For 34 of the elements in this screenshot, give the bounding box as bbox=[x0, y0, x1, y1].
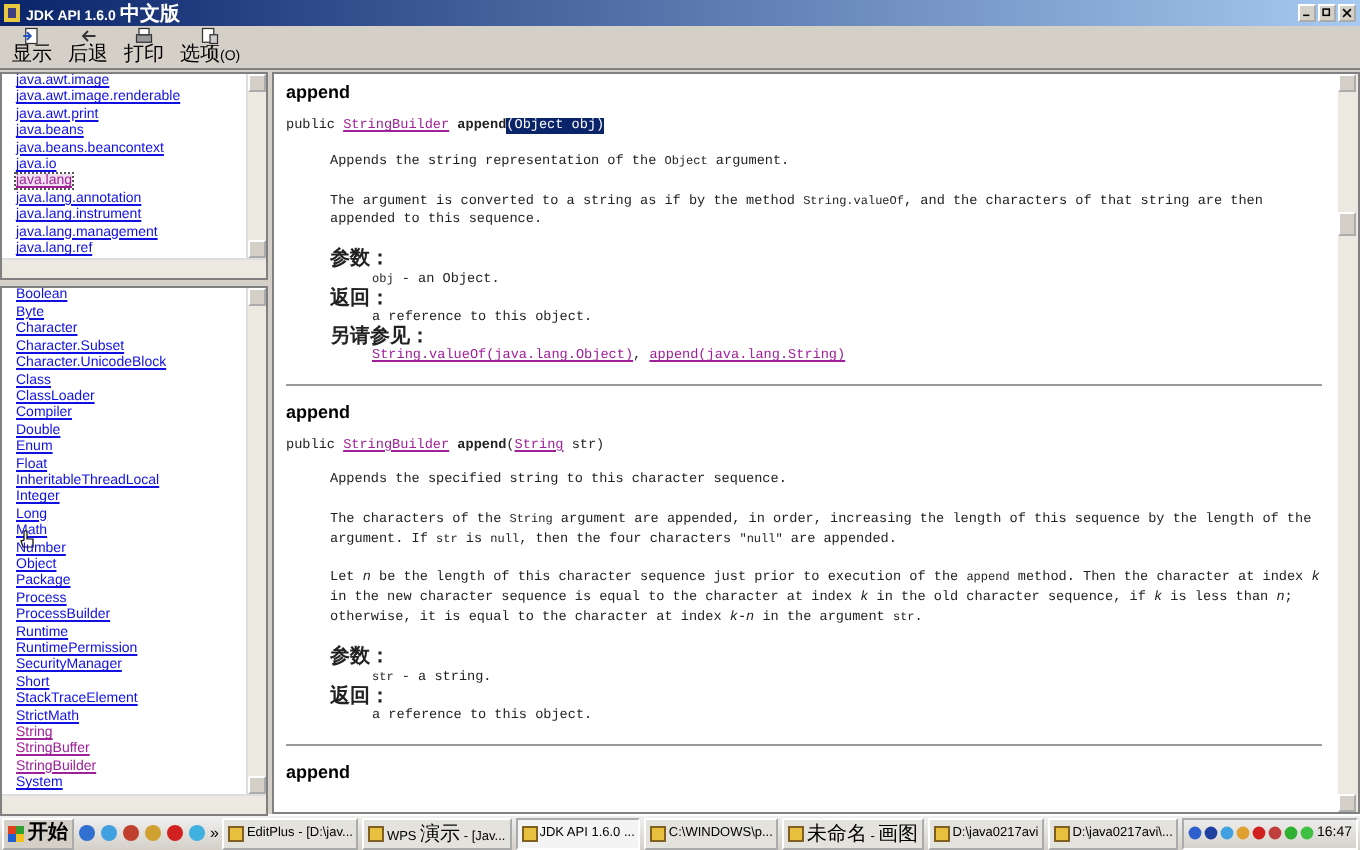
help-book-icon bbox=[4, 4, 20, 22]
tag-heading: 返回： bbox=[330, 688, 390, 709]
window-icon bbox=[368, 825, 385, 841]
window-icon bbox=[788, 825, 805, 841]
window-icon bbox=[228, 825, 245, 841]
close-icon[interactable] bbox=[1338, 4, 1356, 22]
method-title: append bbox=[286, 761, 353, 783]
window-icon bbox=[650, 825, 667, 841]
method-title: append bbox=[286, 82, 353, 104]
printer-icon bbox=[132, 26, 156, 46]
window-icon bbox=[1054, 825, 1071, 841]
toolbar-button[interactable]: 打印 bbox=[120, 26, 168, 68]
tag-heading: 参数： bbox=[330, 647, 392, 668]
tag-heading: 返回： bbox=[330, 290, 390, 311]
scrollbar[interactable] bbox=[246, 74, 266, 259]
minimize-icon[interactable] bbox=[1298, 4, 1316, 22]
more-chevron[interactable]: » bbox=[210, 824, 219, 842]
toolbar-button[interactable]: 显示 bbox=[8, 26, 56, 68]
method-title: append bbox=[286, 401, 353, 424]
tag-heading: 另请参见： bbox=[330, 328, 430, 349]
show-icon bbox=[20, 26, 44, 46]
document-icon bbox=[198, 26, 223, 46]
scrollbar[interactable] bbox=[2, 793, 266, 814]
tag-heading: 参数： bbox=[330, 249, 392, 270]
scrollbar[interactable] bbox=[246, 288, 266, 794]
windows-flag-icon bbox=[8, 825, 24, 841]
toolbar-button[interactable]: 后退 bbox=[64, 26, 112, 68]
start-button[interactable]: 开始 bbox=[2, 817, 74, 849]
window-icon bbox=[521, 825, 538, 841]
window-icon bbox=[934, 825, 951, 841]
scrollbar[interactable] bbox=[1338, 74, 1358, 812]
back-arrow-icon bbox=[76, 26, 100, 46]
scrollbar[interactable] bbox=[2, 258, 266, 279]
restore-icon[interactable] bbox=[1318, 4, 1336, 22]
